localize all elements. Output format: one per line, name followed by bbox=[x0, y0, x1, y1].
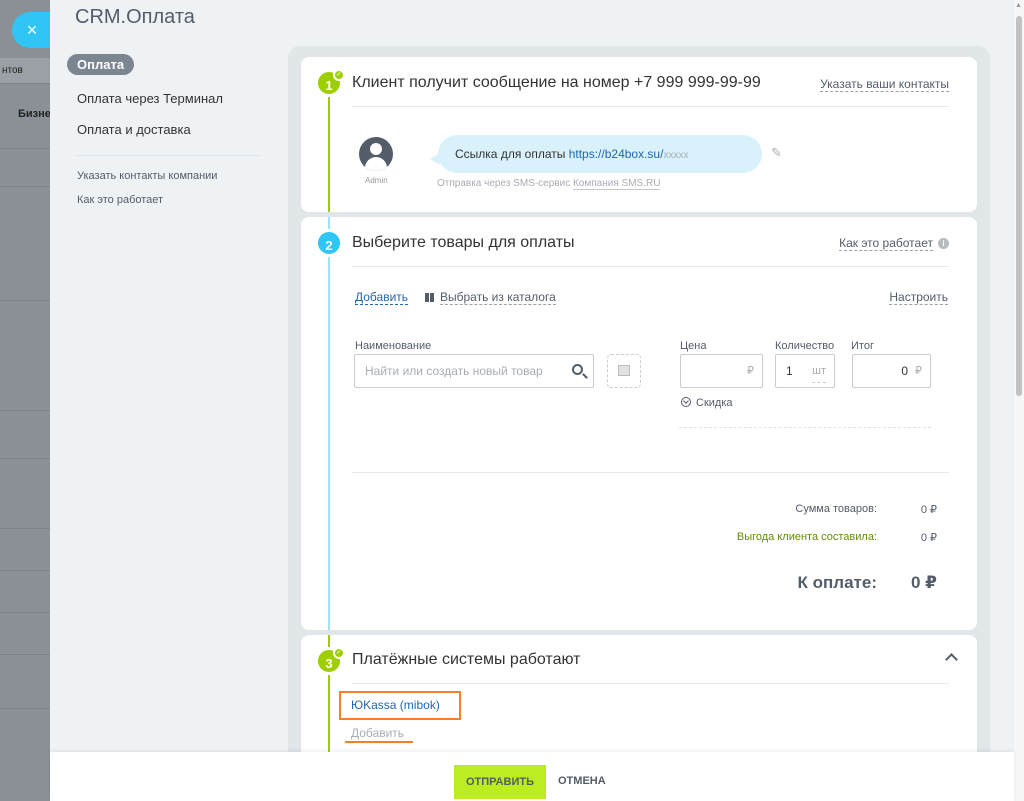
add-product-link[interactable]: Добавить bbox=[355, 290, 409, 305]
cancel-button[interactable]: Отмена bbox=[558, 775, 606, 787]
how-it-works-link[interactable]: Как это работает bbox=[839, 236, 933, 251]
quantity-input[interactable]: 1 шт bbox=[775, 354, 835, 388]
pay-label: К оплате: bbox=[797, 573, 877, 592]
sms-message-bubble: Ссылка для оплаты https://b24box.su/xxxx… bbox=[430, 135, 762, 173]
benefit-label: Выгода клиента составила: bbox=[736, 531, 877, 543]
quantity-unit[interactable]: шт bbox=[812, 360, 826, 383]
step-1-card: 1 ✓ Клиент получит сообщение на номер +7… bbox=[301, 57, 977, 212]
quantity-label: Количество bbox=[775, 340, 835, 352]
step-2-title: Выберите товары для оплаты bbox=[352, 234, 575, 251]
page-title: CRM.Оплата bbox=[75, 6, 195, 28]
total-currency: ₽ bbox=[915, 365, 922, 377]
price-label: Цена bbox=[680, 340, 707, 352]
avatar-name: Admin bbox=[365, 176, 388, 185]
add-paysystem-link[interactable]: Добавить bbox=[351, 726, 404, 740]
message-prefix: Ссылка для оплаты bbox=[455, 147, 569, 161]
check-icon: ✓ bbox=[333, 69, 345, 81]
background-divider bbox=[0, 148, 50, 149]
payment-link-tail: xxxxx bbox=[663, 150, 689, 161]
check-icon: ✓ bbox=[333, 647, 345, 659]
quantity-value: 1 bbox=[786, 364, 793, 378]
scroll-thumb[interactable] bbox=[1016, 16, 1022, 396]
name-label: Наименование bbox=[355, 340, 432, 352]
background-divider bbox=[0, 570, 50, 571]
pencil-icon[interactable]: ✎ bbox=[771, 145, 782, 161]
step-2-line bbox=[328, 217, 330, 630]
step-2-number: 2 bbox=[315, 229, 343, 257]
how-it-works-group: Как это работает i bbox=[839, 236, 949, 251]
left-menu: Оплата Оплата через Терминал Оплата и до… bbox=[67, 54, 261, 206]
pay-value: 0 ₽ bbox=[910, 573, 937, 592]
price-input[interactable]: ₽ bbox=[680, 354, 763, 388]
price-currency: ₽ bbox=[747, 365, 754, 377]
workarea: 1 ✓ Клиент получит сообщение на номер +7… bbox=[288, 46, 990, 775]
step-2-card: 2 Выберите товары для оплаты Как это раб… bbox=[301, 217, 977, 630]
product-search-placeholder: Найти или создать новый товар bbox=[365, 364, 543, 378]
background-divider bbox=[0, 708, 50, 709]
search-icon[interactable] bbox=[572, 364, 583, 375]
catalog-link[interactable]: Выбрать из каталога bbox=[425, 290, 556, 305]
step-1-title: Клиент получит сообщение на номер +7 999… bbox=[352, 74, 761, 91]
discount-divider bbox=[679, 427, 931, 428]
discount-toggle[interactable]: Скидка bbox=[681, 397, 733, 409]
total-input[interactable]: 0 ₽ bbox=[852, 354, 931, 388]
product-image-upload[interactable] bbox=[607, 354, 641, 388]
image-icon bbox=[618, 365, 630, 376]
settings-link[interactable]: Настроить bbox=[889, 290, 948, 305]
send-button[interactable]: Отправить bbox=[454, 765, 546, 799]
slider-close-button[interactable]: × bbox=[12, 12, 52, 48]
menu-item-payment[interactable]: Оплата bbox=[67, 54, 135, 75]
total-value: 0 bbox=[901, 364, 908, 378]
avatar bbox=[359, 137, 393, 171]
scrollbar[interactable]: ▲ bbox=[1014, 0, 1024, 801]
book-icon bbox=[425, 293, 435, 302]
benefit-value: 0 ₽ bbox=[920, 532, 937, 544]
menu-item-terminal[interactable]: Оплата через Терминал bbox=[67, 91, 261, 106]
background-divider bbox=[0, 612, 50, 613]
discount-label: Скидка bbox=[696, 397, 733, 409]
background-row-label: Бизне bbox=[18, 108, 50, 120]
background-divider bbox=[0, 410, 50, 411]
background-divider bbox=[0, 300, 50, 301]
sum-value: 0 ₽ bbox=[920, 504, 937, 516]
paysystem-item[interactable]: ЮKassa (mibok) bbox=[339, 691, 461, 720]
product-search-input[interactable]: Найти или создать новый товар bbox=[354, 354, 594, 388]
highlight-underline bbox=[345, 741, 413, 743]
step-2-divider bbox=[352, 266, 949, 267]
step-3-title: Платёжные системы работают bbox=[352, 651, 581, 668]
catalog-link-label: Выбрать из каталога bbox=[440, 290, 556, 305]
menu-link-company-contacts[interactable]: Указать контакты компании bbox=[67, 170, 261, 182]
step-1-line bbox=[328, 95, 330, 212]
scroll-up-icon[interactable]: ▲ bbox=[1015, 2, 1022, 9]
payment-link[interactable]: https://b24box.su/ bbox=[569, 147, 664, 161]
total-label: Итог bbox=[851, 340, 874, 352]
contacts-link[interactable]: Указать ваши контакты bbox=[820, 77, 949, 92]
step-3-divider bbox=[352, 683, 949, 684]
crm-payment-slider: CRM.Оплата Оплата Оплата через Терминал … bbox=[50, 0, 1024, 801]
info-icon[interactable]: i bbox=[938, 238, 949, 249]
sms-service-note: Отправка через SMS-сервис Компания SMS.R… bbox=[437, 178, 661, 190]
menu-link-how-it-works[interactable]: Как это работает bbox=[67, 194, 261, 206]
background-divider bbox=[0, 528, 50, 529]
sms-provider-link[interactable]: Компания SMS.RU bbox=[572, 178, 661, 190]
sms-note-prefix: Отправка через SMS-сервис bbox=[437, 178, 573, 189]
footer-bar: Отправить Отмена bbox=[50, 752, 1014, 801]
chevron-down-icon bbox=[681, 397, 691, 407]
background-tab: нтов bbox=[0, 58, 50, 84]
sum-label: Сумма товаров: bbox=[795, 503, 877, 515]
menu-divider bbox=[77, 155, 259, 156]
background-divider bbox=[0, 186, 50, 187]
background-app: нтов Бизне bbox=[0, 0, 50, 801]
background-divider bbox=[0, 458, 50, 459]
products-divider bbox=[352, 472, 949, 473]
menu-item-delivery[interactable]: Оплата и доставка bbox=[67, 122, 261, 137]
step-1-divider bbox=[352, 106, 949, 107]
chevron-up-icon[interactable] bbox=[945, 653, 958, 666]
background-divider bbox=[0, 654, 50, 655]
